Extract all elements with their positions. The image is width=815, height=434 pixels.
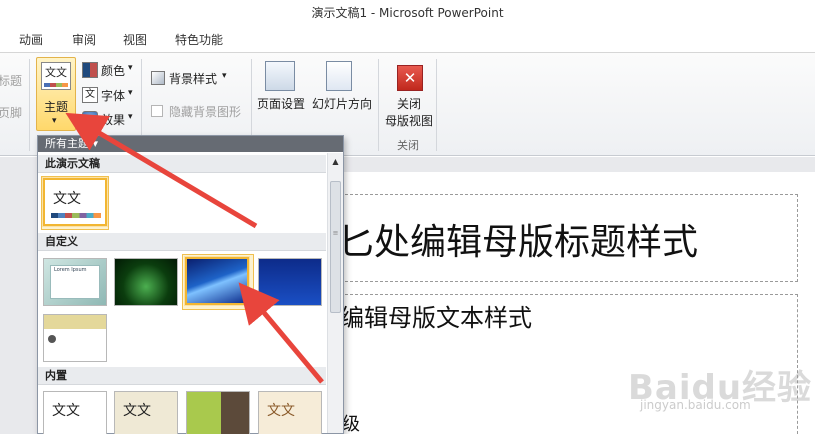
- theme-thumb-text: 文文: [52, 403, 80, 419]
- chevron-down-icon: ▾: [128, 88, 133, 98]
- theme-button[interactable]: 文文 主题 ▾: [36, 57, 76, 131]
- ribbon-tabs: 动画 审阅 视图 特色功能: [0, 26, 815, 52]
- footer-checkbox-label[interactable]: 页脚: [0, 104, 22, 121]
- section-this-presentation: 此演示文稿: [38, 155, 326, 173]
- theme-thumb-builtin-4[interactable]: 文文: [258, 391, 322, 434]
- slide-level-text: 级: [342, 414, 360, 434]
- lorem-title: Lorem Ipsum: [54, 267, 87, 273]
- tab-special-features[interactable]: 特色功能: [175, 31, 223, 48]
- theme-thumb-builtin-2[interactable]: 文文: [114, 391, 178, 434]
- theme-thumb-custom-3[interactable]: [185, 257, 249, 305]
- theme-gallery-dropdown: 所有主题 ▾ 此演示文稿 文文 自定义 Lorem Ipsum 内置 文文 文文…: [37, 135, 344, 434]
- slide-title-text: 匕处编辑母版标题样式: [338, 222, 699, 263]
- scroll-grip-icon: ≡: [332, 229, 339, 237]
- font-icon: 文: [82, 87, 98, 103]
- slide-orientation-label: 幻灯片方向: [312, 97, 373, 111]
- theme-thumb-text: 文文: [267, 403, 295, 419]
- theme-thumb-builtin-3[interactable]: [186, 391, 250, 434]
- theme-color-bars: [51, 213, 101, 218]
- section-builtin: 内置: [38, 367, 326, 385]
- slide-orientation-icon: [326, 61, 352, 91]
- divider: [378, 59, 379, 151]
- theme-thumb-custom-4[interactable]: [258, 258, 322, 306]
- theme-thumb-text: 文文: [123, 403, 151, 419]
- background-style-icon: [151, 71, 165, 85]
- title-checkbox-label[interactable]: 标题: [0, 72, 22, 89]
- theme-label: 主题: [44, 100, 69, 114]
- theme-icon-text: 文文: [45, 66, 67, 79]
- chevron-down-icon: ▾: [222, 71, 227, 81]
- checkbox-icon: [151, 105, 163, 117]
- chevron-down-icon: ▾: [128, 63, 133, 73]
- colors-label: 颜色: [101, 64, 126, 78]
- close-icon: ✕: [397, 65, 423, 91]
- page-setup-label: 页面设置: [257, 97, 306, 111]
- window-title: 演示文稿1 - Microsoft PowerPoint: [0, 0, 815, 26]
- fonts-label: 字体: [101, 89, 126, 103]
- scroll-thumb[interactable]: [330, 181, 341, 313]
- theme-thumb-current[interactable]: 文文: [43, 178, 107, 226]
- theme-thumb-text: 文文: [53, 191, 81, 207]
- theme-thumb-custom-2[interactable]: [114, 258, 178, 306]
- theme-color-bars: [44, 83, 68, 87]
- theme-thumb-custom-5[interactable]: [43, 314, 107, 362]
- close-group-label: 关闭: [397, 139, 419, 152]
- slide-body-text: 编辑母版文本样式: [340, 304, 532, 332]
- tab-review[interactable]: 审阅: [72, 31, 96, 48]
- color-palette-icon: [82, 62, 98, 78]
- theme-thumb-custom-1[interactable]: Lorem Ipsum: [43, 258, 107, 306]
- effects-label: 效果: [101, 113, 126, 127]
- scroll-up-icon[interactable]: ▲: [329, 155, 342, 168]
- section-custom: 自定义: [38, 233, 326, 251]
- close-label-line1: 关闭: [397, 97, 422, 111]
- page-setup-icon: [265, 61, 295, 91]
- chevron-down-icon: ▾: [52, 116, 57, 126]
- effects-icon: [82, 111, 98, 127]
- divider: [29, 59, 30, 151]
- baidu-watermark-url: jingyan.baidu.com: [640, 398, 751, 412]
- tab-view[interactable]: 视图: [123, 31, 147, 48]
- tab-animations[interactable]: 动画: [19, 31, 43, 48]
- close-label-line2: 母版视图: [385, 114, 434, 128]
- hide-background-label: 隐藏背景图形: [169, 105, 242, 119]
- thumb-dot: [48, 335, 56, 343]
- theme-thumb-office[interactable]: 文文: [43, 391, 107, 434]
- gallery-scrollbar[interactable]: ▲ ≡: [327, 153, 343, 433]
- theme-icon: 文文: [41, 62, 71, 90]
- divider: [436, 59, 437, 151]
- chevron-down-icon: ▾: [128, 112, 133, 122]
- background-style-label: 背景样式: [169, 72, 218, 86]
- all-themes-header[interactable]: 所有主题 ▾: [38, 136, 343, 152]
